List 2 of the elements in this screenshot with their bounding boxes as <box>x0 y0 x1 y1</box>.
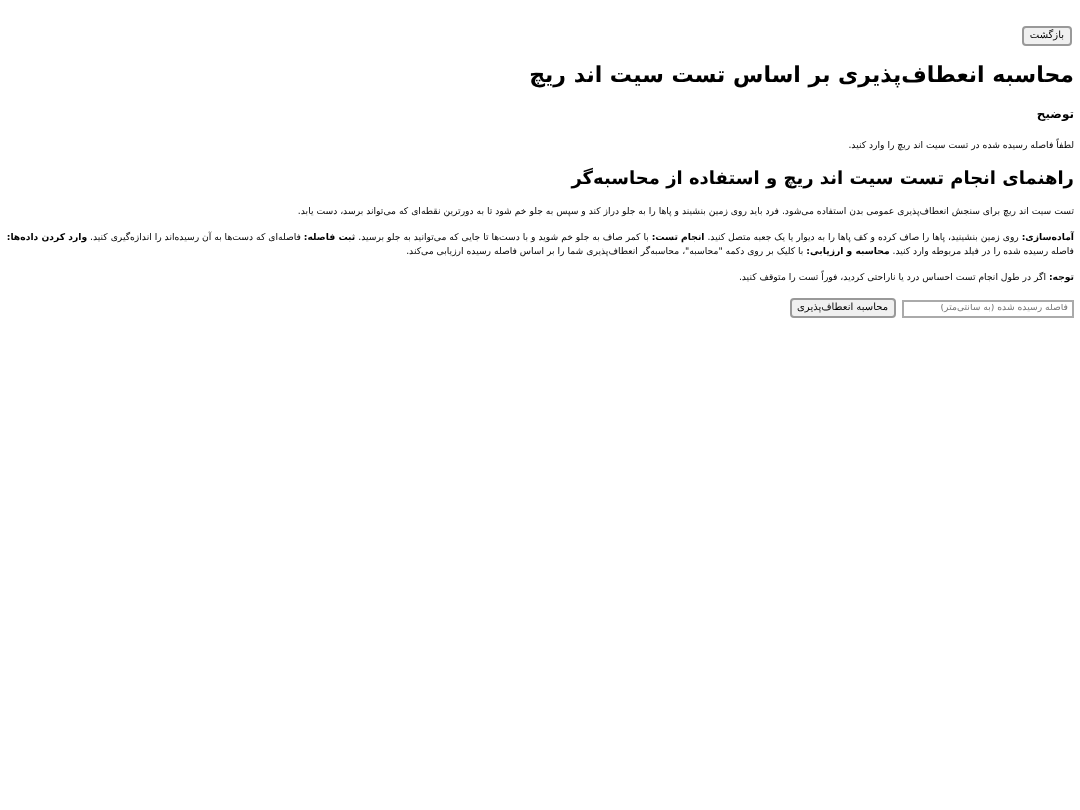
section-heading: راهنمای انجام تست سیت اند ریچ و استفاده از محاسبه‌گر <box>568 170 1074 190</box>
page-title: محاسبه انعطاف‌پذیری بر اساس تست سیت اند ریچ <box>527 62 1074 88</box>
